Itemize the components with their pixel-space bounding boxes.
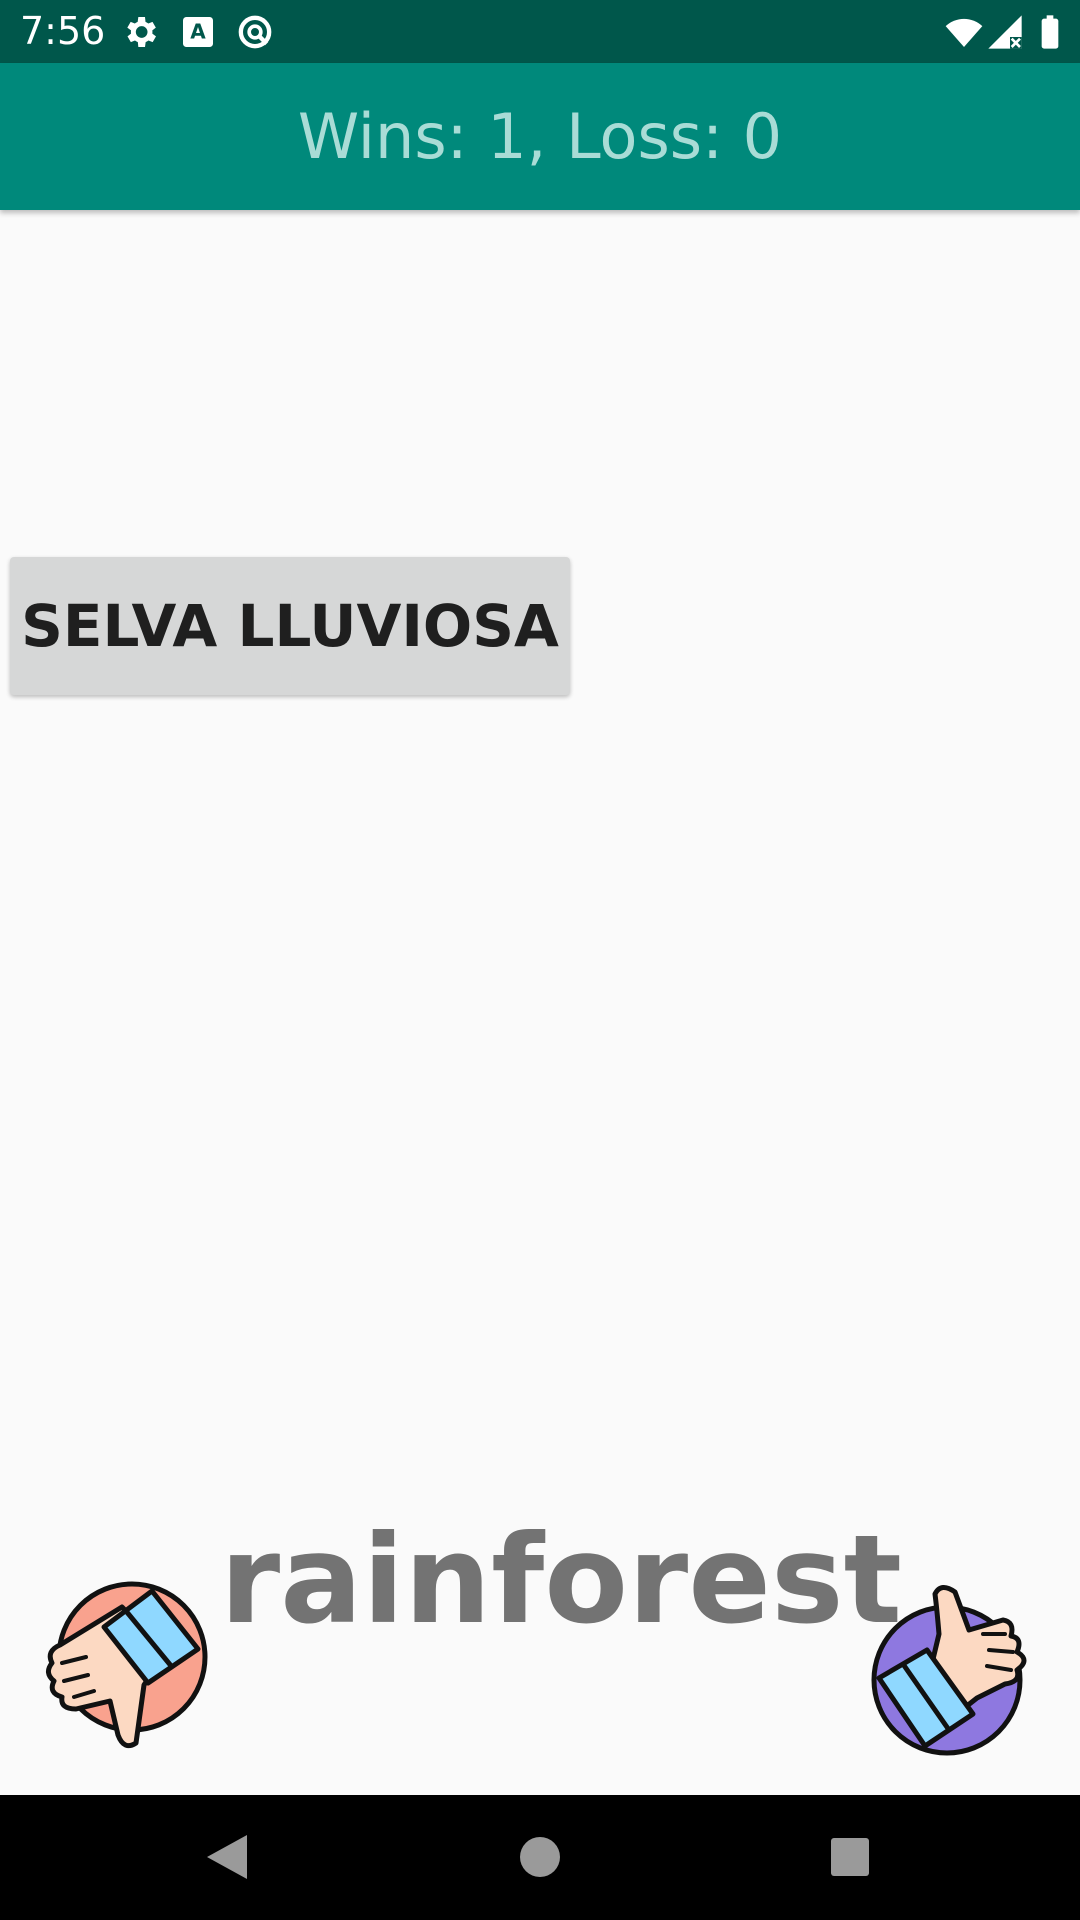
thumbs-down-icon[interactable] — [40, 1575, 220, 1755]
clock: 7:56 — [20, 9, 106, 53]
signal-icon — [988, 15, 1022, 49]
back-icon[interactable] — [195, 1827, 255, 1887]
score-title: Wins: 1, Loss: 0 — [297, 100, 783, 173]
recents-icon[interactable] — [820, 1827, 880, 1887]
thumbs-up-icon[interactable] — [865, 1580, 1045, 1760]
word-label: rainforest — [220, 1509, 902, 1651]
battery-icon — [1041, 15, 1059, 49]
app-bar: Wins: 1, Loss: 0 — [0, 63, 1080, 210]
home-icon[interactable] — [510, 1827, 570, 1887]
text-a-icon: A — [183, 17, 213, 47]
navigation-bar — [0, 1795, 1080, 1920]
wifi-icon — [945, 18, 983, 47]
svg-text:A: A — [190, 20, 206, 44]
gear-icon — [127, 17, 156, 47]
status-bar: 7:56 A — [0, 0, 1080, 63]
no-disturb-icon — [238, 15, 272, 49]
answer-button[interactable]: SELVA LLUVIOSA — [10, 557, 570, 695]
